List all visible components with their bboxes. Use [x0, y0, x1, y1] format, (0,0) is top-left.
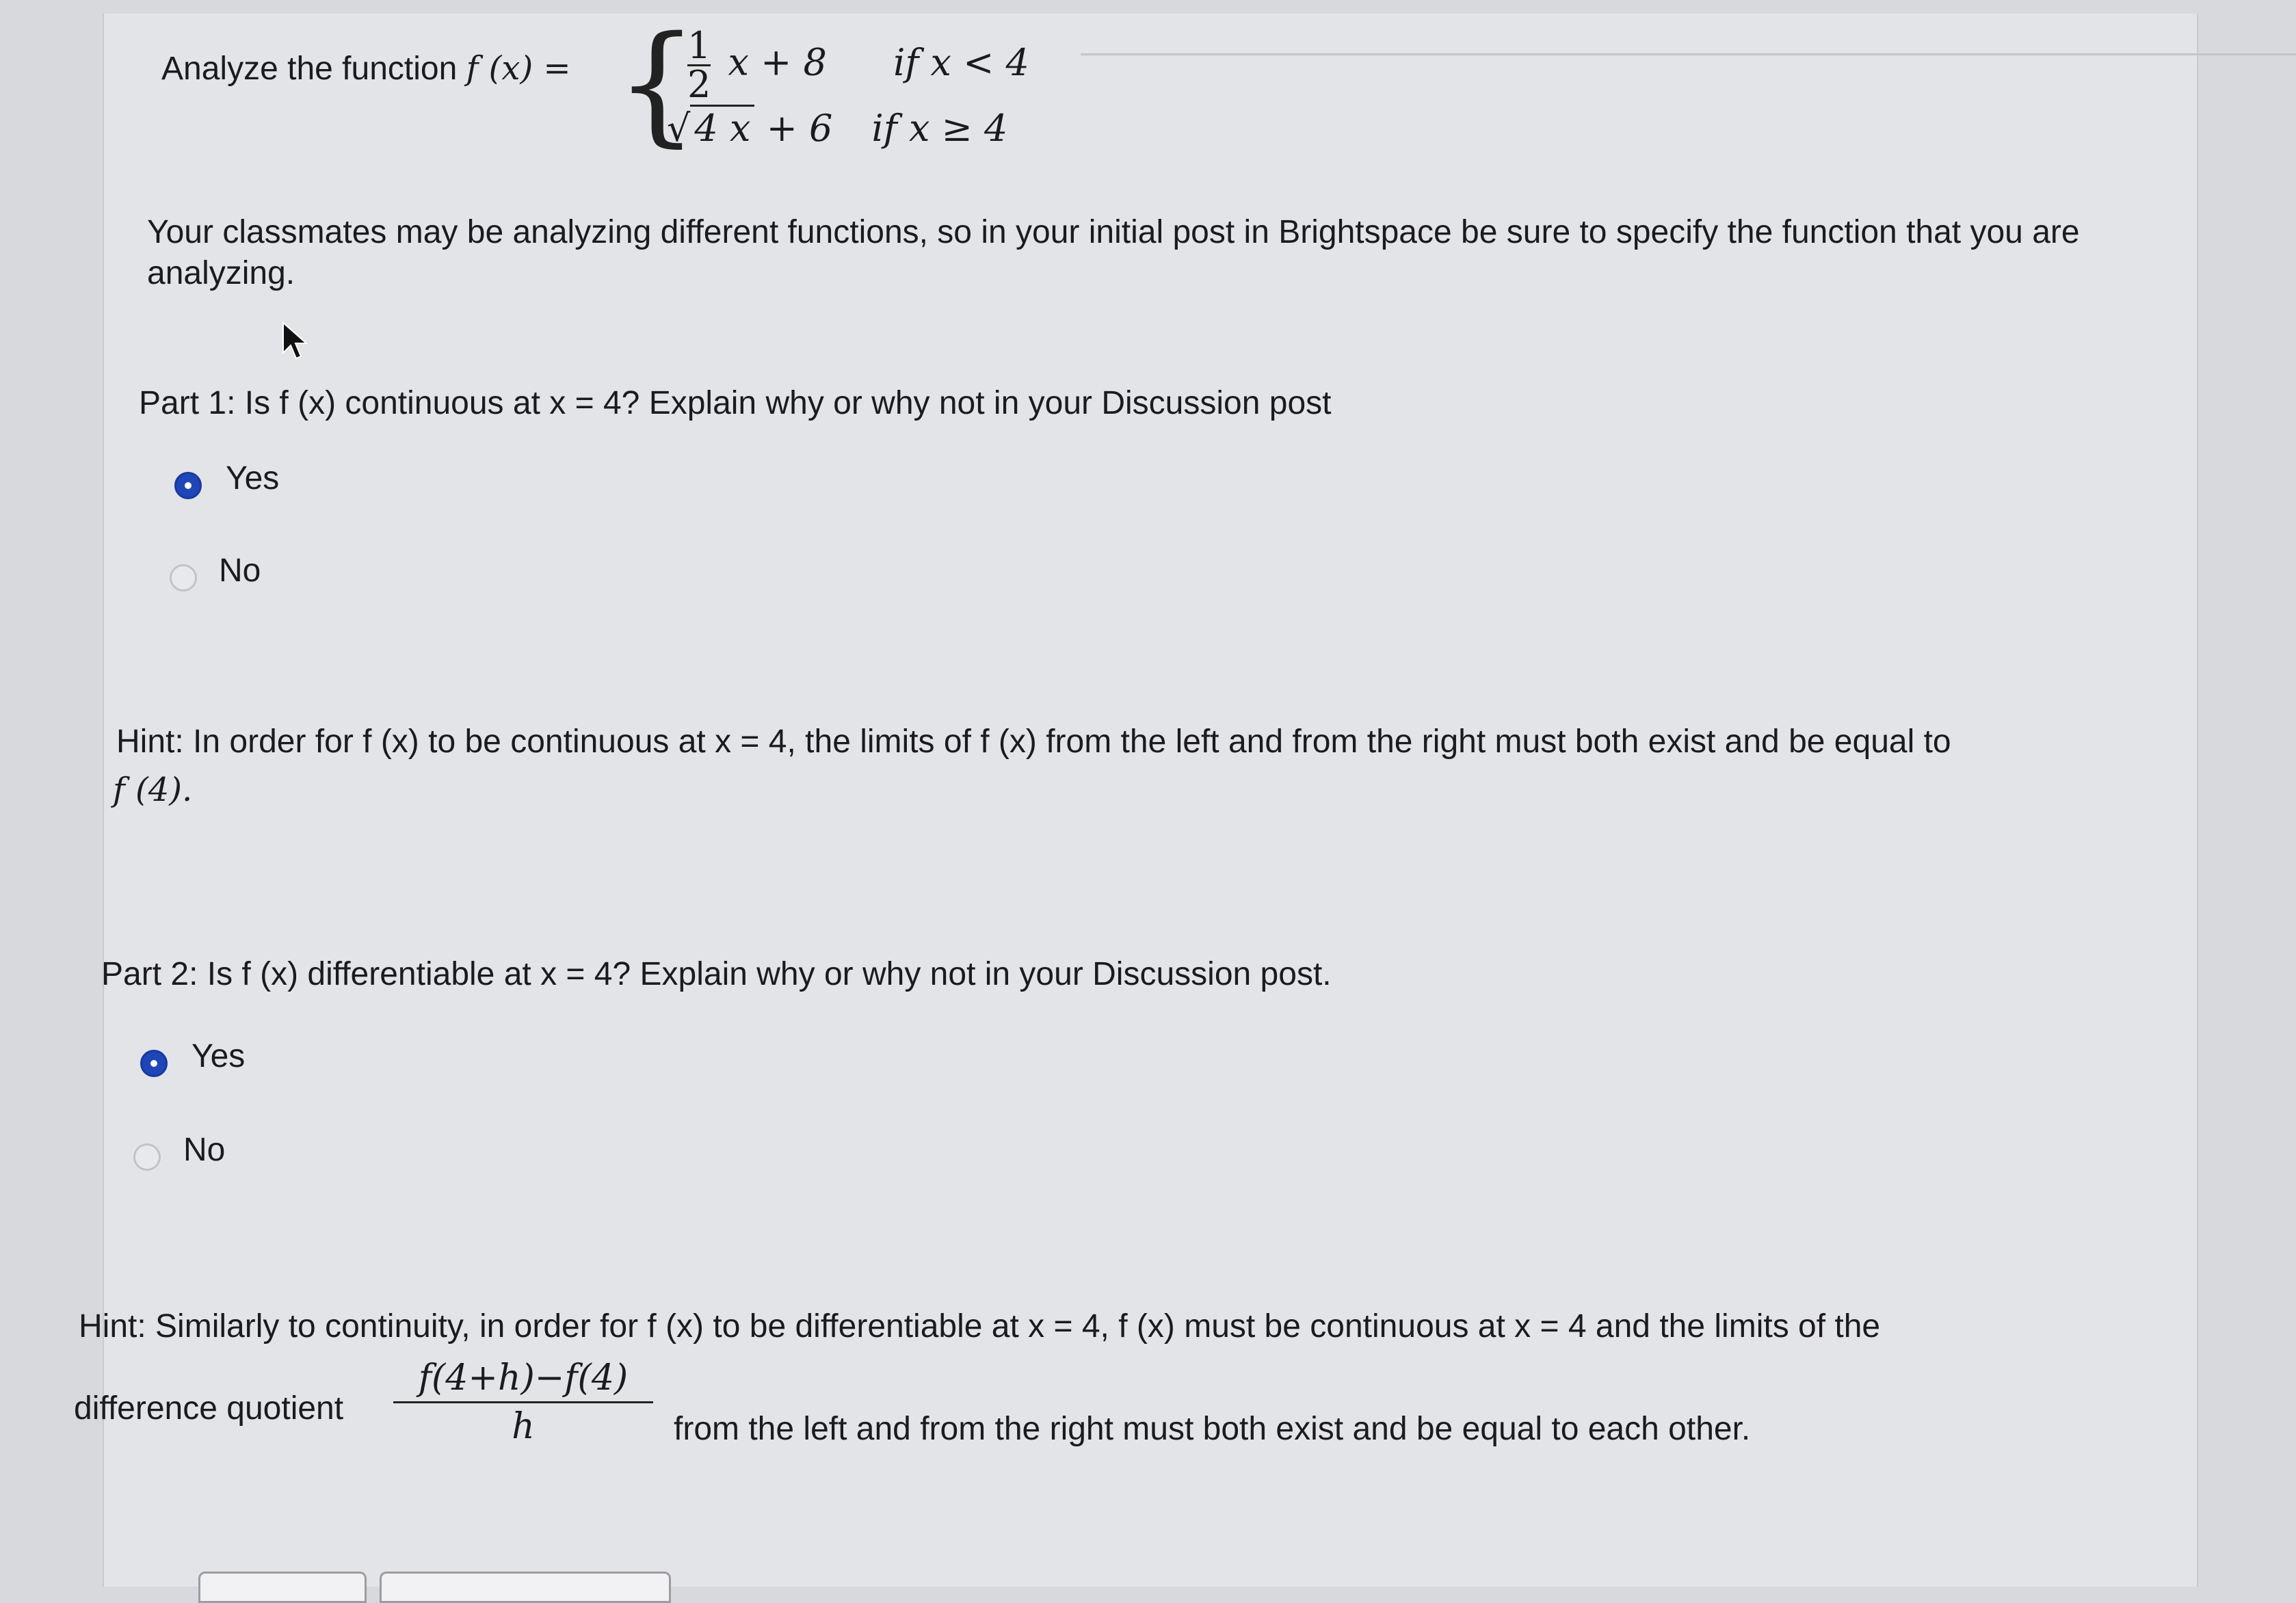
part2-hint-prefix: difference quotient — [74, 1390, 344, 1427]
part2-no-label[interactable]: No — [183, 1130, 225, 1171]
part2-yes-label[interactable]: Yes — [192, 1036, 245, 1077]
part1-no-label[interactable]: No — [219, 551, 261, 592]
function-lhs: f (x) = — [466, 49, 571, 88]
dq-denominator: h — [512, 1406, 535, 1447]
part2-yes-radio[interactable] — [140, 1050, 168, 1077]
piece-1-frac-num: 1 — [687, 24, 711, 67]
bottom-button-1[interactable] — [198, 1572, 367, 1603]
function-label-line: Analyze the function f (x) = — [161, 48, 571, 90]
piece-2-expr: + 6 — [766, 107, 833, 150]
function-label: Analyze the function — [161, 51, 458, 87]
divider-line — [1081, 53, 2296, 55]
part2-hint-line1: Hint: Similarly to continuity, in order … — [79, 1308, 1881, 1344]
difference-quotient: f(4+h)−f(4) h — [393, 1357, 653, 1447]
instructions-text: Your classmates may be analyzing differe… — [147, 214, 2080, 291]
mouse-cursor-icon — [282, 321, 309, 366]
part1-hint-end: f (4). — [113, 771, 193, 809]
bottom-button-2[interactable] — [380, 1572, 671, 1603]
piece-1-fraction: 1 2 — [687, 24, 711, 106]
piece-2: √ 4 x + 6 if x ≥ 4 — [667, 105, 1008, 150]
part1-yes-label[interactable]: Yes — [226, 458, 279, 499]
part2-hint-suffix: from the left and from the right must bo… — [674, 1411, 1751, 1447]
piece-1-condition: if x < 4 — [893, 40, 1029, 84]
piece-2-condition: if x ≥ 4 — [871, 107, 1008, 150]
part1-hint: Hint: In order for f (x) to be continuou… — [116, 724, 1951, 760]
piece-1: 1 2 x + 8 if x < 4 — [687, 24, 1029, 106]
part1-yes-radio[interactable] — [174, 472, 202, 499]
part1-question: Part 1: Is f (x) continuous at x = 4? Ex… — [139, 385, 1332, 421]
piece-1-frac-den: 2 — [687, 63, 711, 106]
piece-2-radicand: 4 x — [690, 105, 755, 150]
part2-question: Part 2: Is f (x) differentiable at x = 4… — [101, 956, 1332, 992]
sqrt-icon: √ — [667, 107, 691, 150]
dq-numerator: f(4+h)−f(4) — [418, 1357, 629, 1399]
part2-no-radio[interactable] — [133, 1143, 161, 1171]
part1-no-radio[interactable] — [170, 564, 197, 592]
piece-1-expr: x + 8 — [728, 40, 827, 84]
